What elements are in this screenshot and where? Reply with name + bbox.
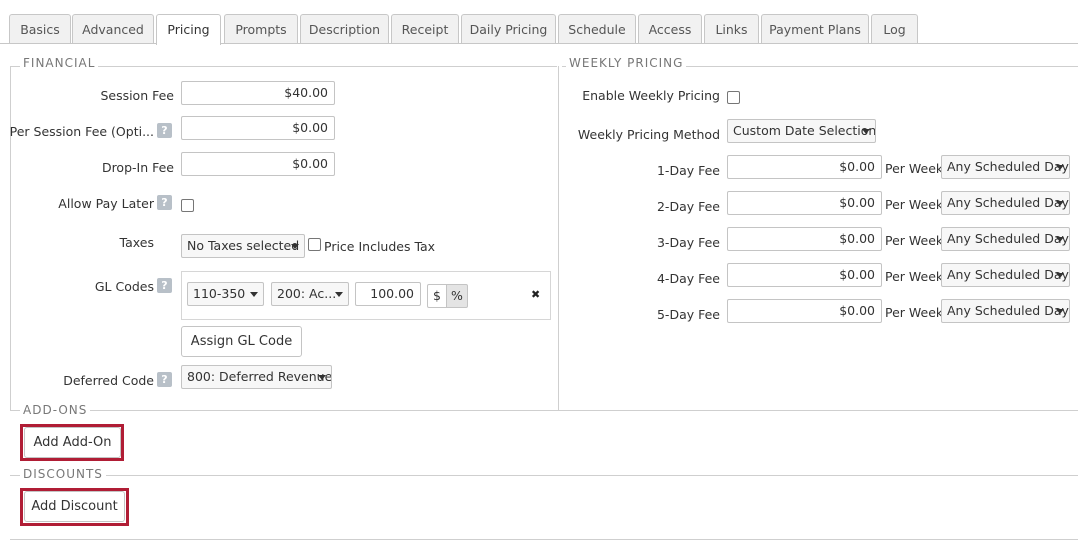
financial-legend: FINANCIAL [20, 56, 99, 70]
one-day-day-select[interactable]: Any Scheduled Day [941, 155, 1070, 179]
two-day-day-select[interactable]: Any Scheduled Day [941, 191, 1070, 215]
tab-bar: Basics Advanced Pricing Prompts Descript… [0, 0, 1078, 45]
addons-legend: ADD-ONS [20, 403, 91, 417]
chevron-down-icon [1056, 309, 1064, 314]
one-day-fee-input[interactable]: $0.00 [727, 155, 882, 179]
three-day-day-select-value: Any Scheduled Day [947, 231, 1069, 246]
one-day-per-week-label: Per Week [885, 161, 944, 176]
two-day-per-week-label: Per Week [885, 197, 944, 212]
financial-border-left [10, 66, 11, 410]
two-day-fee-label: 2-Day Fee [656, 199, 720, 214]
tab-links[interactable]: Links [704, 14, 759, 44]
three-day-fee-input[interactable]: $0.00 [727, 227, 882, 251]
gl-percent-toggle[interactable]: % [446, 284, 468, 308]
gl-dollar-toggle[interactable]: $ [427, 284, 447, 308]
gl-account-select-value: 200: Ac... [277, 286, 337, 301]
four-day-fee-label: 4-Day Fee [656, 271, 720, 286]
gl-account-select[interactable]: 200: Ac... [271, 282, 349, 306]
two-day-day-select-value: Any Scheduled Day [947, 195, 1069, 210]
weekly-pricing-legend: WEEKLY PRICING [566, 56, 687, 70]
enable-weekly-pricing-label: Enable Weekly Pricing [582, 88, 720, 103]
tab-prompts[interactable]: Prompts [224, 14, 298, 44]
taxes-label: Taxes [119, 235, 154, 250]
two-day-fee-input[interactable]: $0.00 [727, 191, 882, 215]
enable-weekly-pricing-checkbox[interactable] [727, 91, 740, 104]
drop-in-fee-label: Drop-In Fee [101, 160, 174, 175]
chevron-down-icon [318, 375, 326, 380]
chevron-down-icon [1056, 165, 1064, 170]
one-day-day-select-value: Any Scheduled Day [947, 159, 1069, 174]
tab-pricing[interactable]: Pricing [156, 14, 221, 45]
chevron-down-icon [1056, 201, 1064, 206]
drop-in-fee-input[interactable]: $0.00 [181, 152, 335, 176]
five-day-fee-input[interactable]: $0.00 [727, 299, 882, 323]
add-add-on-button[interactable]: Add Add-On [24, 427, 121, 458]
add-discount-button[interactable]: Add Discount [24, 491, 125, 522]
tab-access[interactable]: Access [638, 14, 702, 44]
tab-payment-plans[interactable]: Payment Plans [761, 14, 869, 44]
five-day-day-select-value: Any Scheduled Day [947, 303, 1069, 318]
chevron-down-icon [862, 129, 870, 134]
taxes-select[interactable]: No Taxes selected [181, 234, 305, 258]
chevron-down-icon [250, 292, 258, 297]
four-day-fee-input[interactable]: $0.00 [727, 263, 882, 287]
chevron-down-icon [1056, 237, 1064, 242]
tab-daily-pricing[interactable]: Daily Pricing [461, 14, 556, 44]
per-session-fee-input[interactable]: $0.00 [181, 116, 335, 140]
four-day-day-select[interactable]: Any Scheduled Day [941, 263, 1070, 287]
weekly-pricing-method-label: Weekly Pricing Method [577, 127, 720, 142]
taxes-select-value: No Taxes selected [187, 238, 300, 253]
weekly-pricing-method-value: Custom Date Selection [733, 123, 876, 138]
tab-basics[interactable]: Basics [9, 14, 71, 44]
chevron-down-icon [335, 292, 343, 297]
five-day-day-select[interactable]: Any Scheduled Day [941, 299, 1070, 323]
discounts-legend: DISCOUNTS [20, 467, 106, 481]
one-day-fee-label: 1-Day Fee [656, 163, 720, 178]
three-day-fee-label: 3-Day Fee [656, 235, 720, 250]
tab-receipt[interactable]: Receipt [391, 14, 459, 44]
assign-gl-code-button[interactable]: Assign GL Code [181, 326, 302, 357]
price-includes-tax-checkbox[interactable] [308, 238, 321, 251]
four-day-per-week-label: Per Week [885, 269, 944, 284]
three-day-day-select[interactable]: Any Scheduled Day [941, 227, 1070, 251]
discounts-border-bottom [10, 539, 1078, 540]
five-day-fee-label: 5-Day Fee [656, 307, 720, 322]
per-session-fee-label: Per Session Fee (Opti... [9, 124, 154, 139]
four-day-day-select-value: Any Scheduled Day [947, 267, 1069, 282]
gl-amount-input[interactable]: 100.00 [355, 282, 421, 306]
allow-pay-later-label: Allow Pay Later [58, 196, 154, 211]
gl-codes-label: GL Codes [94, 279, 154, 294]
deferred-code-label: Deferred Code [63, 373, 154, 388]
weekly-pricing-method-select[interactable]: Custom Date Selection [727, 119, 876, 143]
chevron-down-icon [1056, 273, 1064, 278]
session-fee-input[interactable]: $40.00 [181, 81, 335, 105]
deferred-code-select[interactable]: 800: Deferred Revenue [181, 365, 332, 389]
session-fee-label: Session Fee [100, 88, 174, 103]
allow-pay-later-checkbox[interactable] [181, 199, 194, 212]
tab-advanced[interactable]: Advanced [72, 14, 154, 44]
tab-schedule[interactable]: Schedule [558, 14, 636, 44]
chevron-down-icon [291, 244, 299, 249]
discounts-border-top [10, 475, 1078, 476]
gl-code-select-value: 110-350 [193, 286, 246, 301]
price-includes-tax-label: Price Includes Tax [324, 239, 436, 254]
per-session-fee-help-icon[interactable]: ? [157, 123, 172, 138]
tab-log[interactable]: Log [871, 14, 918, 44]
deferred-code-help-icon[interactable]: ? [157, 372, 172, 387]
gl-code-select[interactable]: 110-350 [187, 282, 264, 306]
remove-gl-code-icon[interactable]: ✖ [531, 288, 540, 301]
gl-codes-help-icon[interactable]: ? [157, 278, 172, 293]
allow-pay-later-help-icon[interactable]: ? [157, 195, 172, 210]
three-day-per-week-label: Per Week [885, 233, 944, 248]
column-divider [558, 66, 559, 410]
addons-border-top [10, 410, 1078, 411]
five-day-per-week-label: Per Week [885, 305, 944, 320]
deferred-code-select-value: 800: Deferred Revenue [187, 369, 332, 384]
tab-description[interactable]: Description [300, 14, 389, 44]
